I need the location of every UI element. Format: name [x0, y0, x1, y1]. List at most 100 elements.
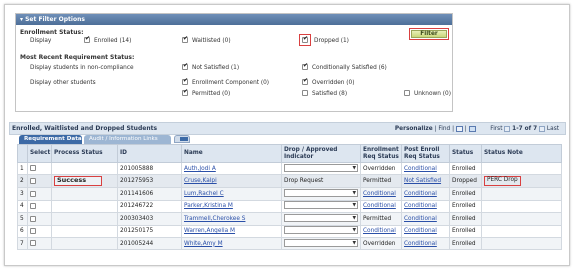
waitlisted-checkbox[interactable]	[182, 35, 188, 43]
row-number: 5	[17, 212, 28, 226]
dropped-label: Dropped (1)	[314, 38, 349, 44]
student-name-link[interactable]: Parker,Kristina M	[184, 203, 233, 209]
most-recent-requirement-label: Most Recent Requirement Status:	[20, 54, 135, 61]
status-cell: Enrolled	[449, 236, 482, 251]
enrollment-component-checkbox[interactable]	[182, 77, 188, 85]
unknown-checkbox[interactable]	[404, 90, 410, 96]
enrolled-checkbox[interactable]	[84, 35, 90, 43]
process-status-cell	[51, 199, 118, 214]
name-cell: Lum,Rachel C	[181, 187, 282, 201]
filter-options-header[interactable]: ▾ Set Filter Options	[16, 14, 452, 25]
permitted-label: Permitted (0)	[192, 91, 231, 97]
post-enroll-req-link[interactable]: Conditional	[404, 241, 437, 247]
status-note-cell	[481, 224, 562, 238]
row-select-checkbox[interactable]	[30, 165, 36, 172]
col-header-name[interactable]: Name	[181, 144, 282, 163]
drop-indicator-cell	[281, 236, 361, 251]
student-name-link[interactable]: Trammell,Cherokee S	[184, 216, 245, 222]
drop-indicator-select[interactable]	[284, 201, 358, 210]
row-select-checkbox[interactable]	[30, 178, 36, 185]
grid-toolbar: Personalize | Find | | First 1-7 of 7 La…	[395, 123, 559, 135]
name-cell: Parker,Kristina M	[181, 199, 282, 214]
row-select-checkbox[interactable]	[30, 190, 36, 197]
enrollment-req-link[interactable]: Conditional	[363, 191, 396, 197]
id-cell: 201250175	[117, 224, 182, 238]
download-icon[interactable]	[468, 125, 476, 132]
conditionally-satisfied-checkbox[interactable]	[302, 62, 308, 70]
col-header-process-status[interactable]: Process Status	[51, 144, 118, 163]
enrollment-req-status-cell: Conditional	[360, 187, 402, 201]
enrollment-req-status-cell: Conditional	[360, 224, 402, 238]
status-cell: Dropped	[449, 174, 482, 189]
overridden-checkbox[interactable]	[302, 77, 308, 85]
select-cell	[27, 224, 52, 238]
enrollment-req-link[interactable]: Conditional	[363, 203, 396, 209]
status-cell: Enrolled	[449, 187, 482, 201]
process-status-cell	[51, 161, 118, 176]
satisfied-checkbox[interactable]	[302, 90, 308, 96]
drop-indicator-select[interactable]	[284, 163, 358, 172]
col-header-id[interactable]: ID	[117, 144, 182, 163]
enrollment-req-status-cell: Overridden	[360, 236, 402, 251]
student-name-link[interactable]: White,Amy M	[184, 241, 223, 247]
drop-indicator-select[interactable]	[284, 189, 358, 198]
drop-indicator-select[interactable]	[284, 238, 358, 247]
post-enroll-req-cell: Conditional	[401, 187, 450, 201]
row-select-checkbox[interactable]	[30, 240, 36, 247]
col-header-status-note[interactable]: Status Note	[481, 144, 562, 163]
post-enroll-req-link[interactable]: Conditional	[404, 216, 437, 222]
name-cell: Cruse,Kalpi	[181, 174, 282, 189]
select-cell	[27, 199, 52, 214]
tab-requirement-data[interactable]: Requirement Data	[19, 135, 82, 144]
enrollment-req-status-cell: Conditional	[360, 199, 402, 214]
prev-page-icon[interactable]	[504, 125, 511, 132]
row-number: 6	[17, 224, 28, 238]
pager-first[interactable]: First	[490, 126, 502, 132]
find-link[interactable]: Find	[438, 126, 450, 132]
drop-indicator-select[interactable]	[284, 226, 358, 235]
col-header-drop-indicator[interactable]: Drop / Approved Indicator	[281, 144, 361, 163]
row-select-checkbox[interactable]	[30, 215, 36, 222]
post-enroll-req-link[interactable]: Conditional	[404, 228, 437, 234]
status-note-cell	[481, 187, 562, 201]
id-cell: 200303403	[117, 212, 182, 226]
student-name-link[interactable]: Warren,Angelia M	[184, 228, 235, 234]
enrollment-req-status-cell: Permitted	[360, 174, 402, 189]
next-page-icon[interactable]	[539, 125, 546, 132]
table-row: 3 201141606 Lum,Rachel C Conditional Con…	[17, 187, 562, 201]
col-header-enrollment-req-status[interactable]: Enrollment Req Status	[360, 144, 402, 163]
row-select-checkbox[interactable]	[30, 203, 36, 210]
col-header-status[interactable]: Status	[449, 144, 482, 163]
student-name-link[interactable]: Auth,Jodi A	[184, 166, 216, 172]
view-all-icon[interactable]	[455, 125, 463, 132]
enrollment-component-label: Enrollment Component (0)	[192, 80, 270, 86]
select-cell	[27, 212, 52, 226]
select-cell	[27, 174, 52, 189]
permitted-checkbox[interactable]	[182, 88, 188, 96]
enrollment-status-label: Enrollment Status:	[20, 29, 84, 36]
show-all-columns-icon[interactable]	[174, 135, 190, 143]
col-header-post-enroll-req-status[interactable]: Post Enroll Req Status	[401, 144, 450, 163]
personalize-link[interactable]: Personalize	[395, 126, 433, 132]
post-enroll-req-cell: Conditional	[401, 161, 450, 176]
post-enroll-req-link[interactable]: Conditional	[404, 203, 437, 209]
satisfied-label: Satisfied (8)	[312, 91, 348, 97]
row-number: 4	[17, 199, 28, 214]
drop-indicator-cell	[281, 224, 361, 238]
student-name-link[interactable]: Lum,Rachel C	[184, 191, 224, 197]
dropped-checkbox[interactable]	[302, 35, 308, 43]
drop-indicator-select[interactable]	[284, 213, 358, 222]
student-name-link[interactable]: Cruse,Kalpi	[184, 178, 217, 184]
post-enroll-req-link[interactable]: Not Satisfied	[404, 178, 441, 184]
filter-button[interactable]: Filter	[409, 28, 449, 40]
pager-last[interactable]: Last	[547, 126, 559, 132]
tab-audit-information-links[interactable]: Audit / Information Links	[84, 135, 171, 144]
post-enroll-req-link[interactable]: Conditional	[404, 191, 437, 197]
row-select-checkbox[interactable]	[30, 228, 36, 234]
non-compliance-label: Display students in non-compliance	[30, 65, 134, 71]
enrollment-req-link[interactable]: Conditional	[363, 228, 396, 234]
not-satisfied-checkbox[interactable]	[182, 62, 188, 70]
id-cell: 201246722	[117, 199, 182, 214]
post-enroll-req-link[interactable]: Conditional	[404, 166, 437, 172]
not-satisfied-label: Not Satisfied (1)	[192, 65, 240, 71]
